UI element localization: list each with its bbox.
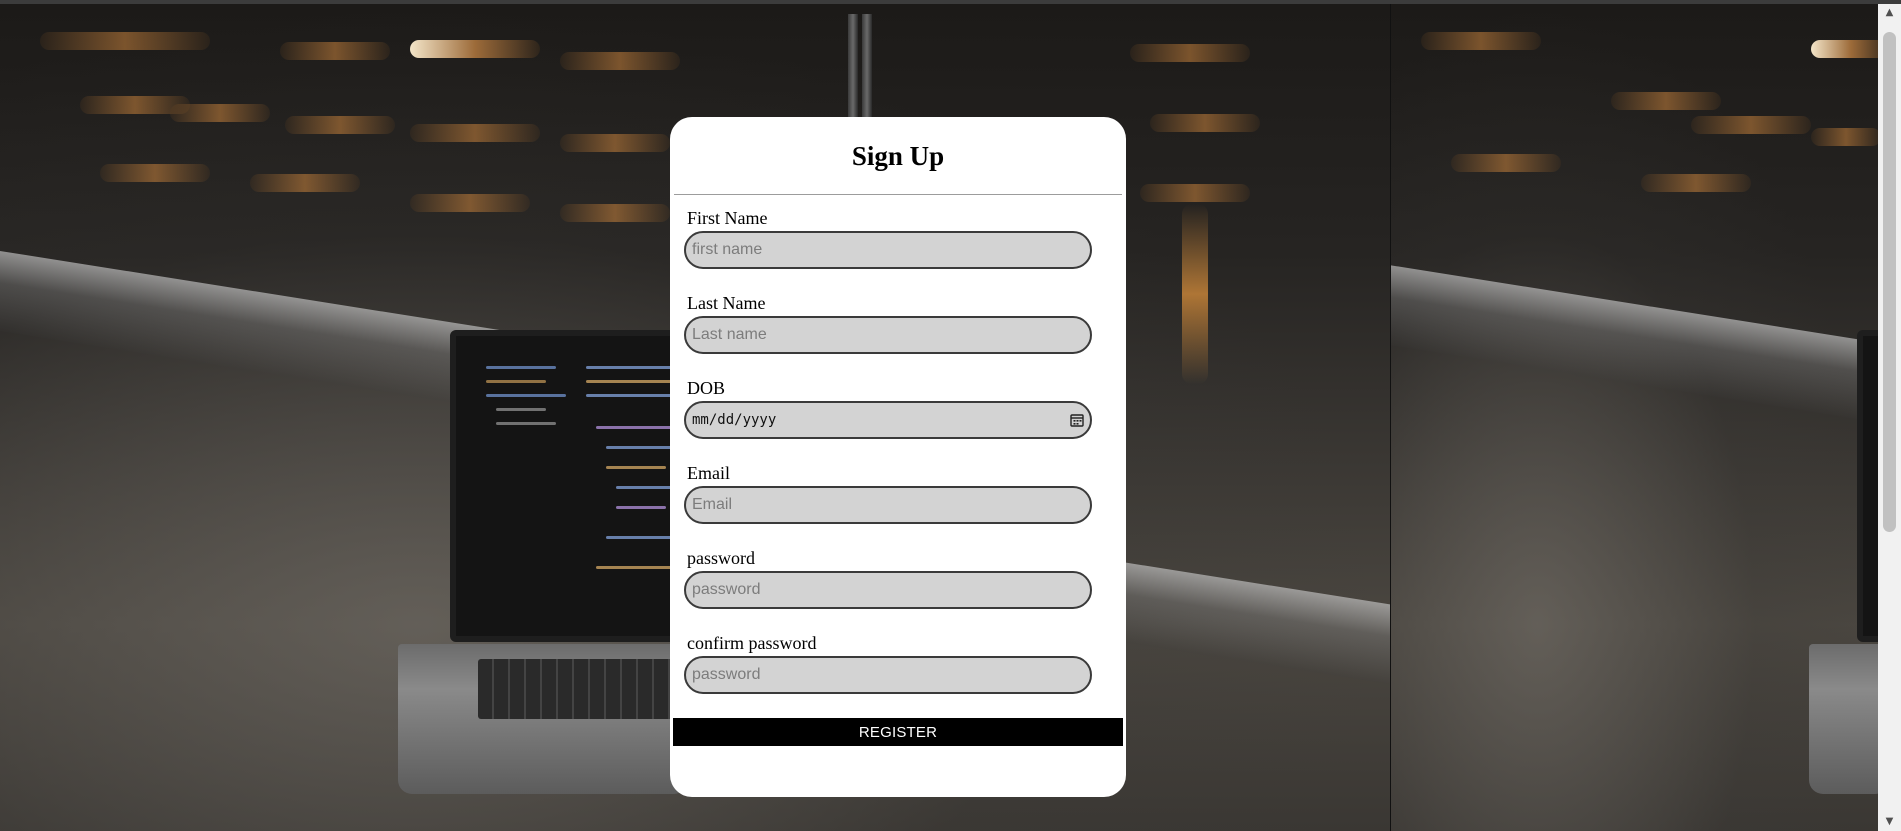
first-name-label: First Name — [687, 208, 768, 228]
email-label: Email — [687, 463, 730, 483]
last-name-label: Last Name — [687, 293, 766, 313]
last-name-input[interactable] — [684, 316, 1092, 354]
email-field: Email — [684, 461, 1094, 546]
confirm-password-input[interactable] — [684, 656, 1092, 694]
scroll-down-arrow-icon[interactable]: ▼ — [1878, 813, 1901, 831]
dob-field: DOB mm/dd/yyyy — [684, 376, 1094, 461]
first-name-input[interactable] — [684, 231, 1092, 269]
page-scrollbar[interactable]: ▲ ▼ — [1878, 4, 1901, 831]
email-input[interactable] — [684, 486, 1092, 524]
register-button[interactable]: REGISTER — [673, 718, 1123, 746]
signup-form: First Name Last Name DOB mm/dd/yyyy Emai… — [684, 206, 1094, 716]
first-name-field: First Name — [684, 206, 1094, 291]
confirm-password-field: confirm password — [684, 631, 1094, 716]
title-divider — [674, 194, 1122, 195]
password-input[interactable] — [684, 571, 1092, 609]
password-field: password — [684, 546, 1094, 631]
scroll-up-arrow-icon[interactable]: ▲ — [1878, 4, 1901, 22]
last-name-field: Last Name — [684, 291, 1094, 376]
password-label: password — [687, 548, 755, 568]
confirm-password-label: confirm password — [687, 633, 817, 653]
background-panel-right — [1390, 4, 1878, 831]
signup-card: Sign Up First Name Last Name DOB mm/dd/y… — [670, 117, 1126, 797]
scrollbar-thumb[interactable] — [1883, 32, 1896, 532]
dob-label: DOB — [687, 378, 726, 398]
page-title: Sign Up — [851, 141, 945, 171]
dob-input[interactable] — [684, 401, 1092, 439]
